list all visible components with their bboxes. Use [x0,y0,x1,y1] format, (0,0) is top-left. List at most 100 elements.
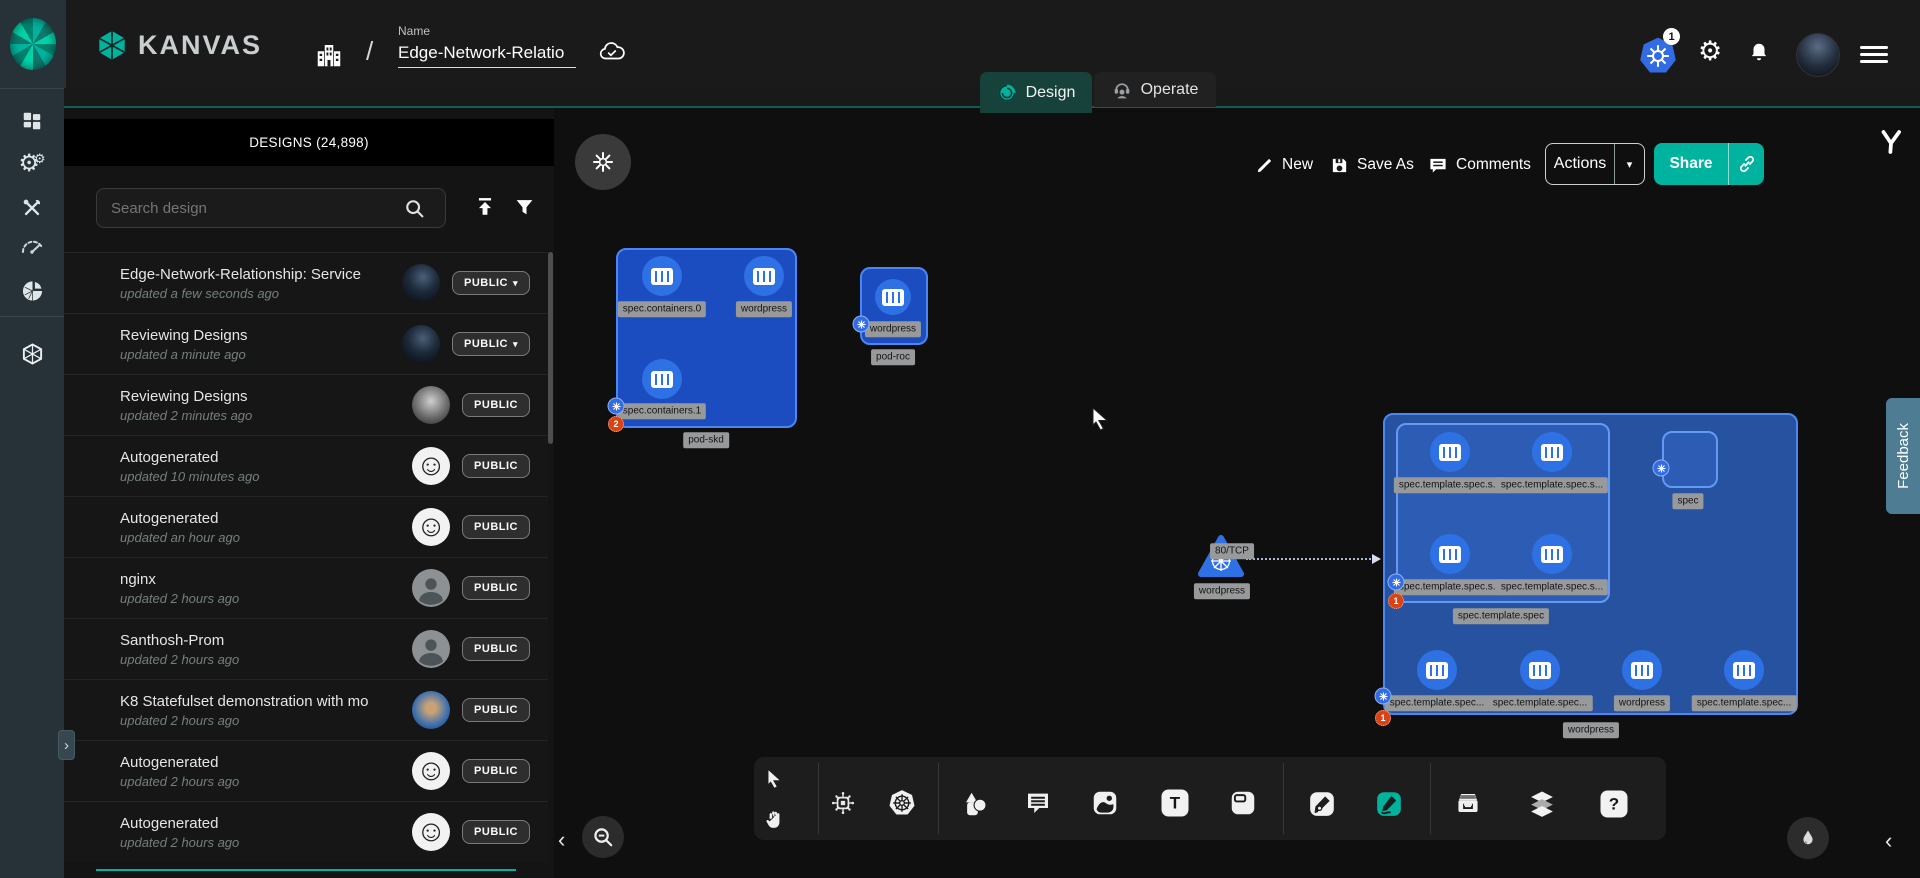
sidebar-item-performance[interactable] [0,236,64,256]
copy-link-icon[interactable] [1728,143,1764,185]
select-cursor-tool[interactable] [765,769,784,790]
sidebar-item-extensions[interactable] [0,280,64,303]
node-label: spec.template.spec.s... [1394,477,1506,493]
shapes-tool[interactable] [962,791,989,818]
kanvas-hexagon-icon [96,28,128,62]
container-node[interactable] [744,256,784,296]
visibility-select[interactable]: PUBLIC▾ [452,332,530,356]
menu-hamburger-icon[interactable] [1860,42,1888,67]
save-as-button[interactable]: Save As [1330,144,1414,186]
error-count-badge[interactable]: 1 [1388,593,1404,609]
container-node[interactable] [1430,432,1470,472]
notifications-bell-icon[interactable] [1748,40,1770,69]
collapse-left-chevron[interactable]: ‹ [558,829,565,851]
tab-design[interactable]: Design [980,72,1092,113]
pod-label: pod-roc [871,349,915,365]
help-tool[interactable]: ? [1601,791,1628,818]
visibility-badge[interactable]: PUBLIC [462,576,530,600]
actions-split-button[interactable]: Actions ▾ [1545,143,1645,185]
panel-expand-chevron[interactable]: › [58,730,75,760]
container-node[interactable] [642,359,682,399]
publish-upload-icon[interactable] [474,196,496,223]
visibility-badge[interactable]: PUBLIC [462,698,530,722]
hierarchy-y-icon[interactable] [1876,126,1906,163]
design-row[interactable]: K8 Statefulset demonstration with moupda… [64,679,548,740]
container-node[interactable] [1532,534,1572,574]
service-edge[interactable] [1246,558,1374,560]
container-node[interactable] [1622,650,1662,690]
user-avatar[interactable] [1796,33,1840,77]
layers-tool[interactable] [1528,789,1557,818]
container-node[interactable] [1520,650,1560,690]
cloud-saved-icon[interactable] [598,40,626,67]
toolbar-divider [1283,763,1284,834]
design-row[interactable]: nginxupdated 2 hours ago PUBLIC [64,557,548,618]
sidebar-item-configuration[interactable] [0,197,64,219]
service-node[interactable] [1197,534,1245,585]
design-row[interactable]: Santhosh-Promupdated 2 hours ago PUBLIC [64,618,548,679]
design-row[interactable]: Autogeneratedupdated 2 hours ago ☺ PUBLI… [64,801,548,862]
sidebar-item-lifecycle[interactable]: ⚙ ⚙ [0,152,64,176]
text-tool[interactable]: T [1162,790,1189,817]
design-row[interactable]: Reviewing Designsupdated 2 minutes ago P… [64,374,548,435]
designs-scrollbar-thumb[interactable] [548,252,553,444]
container-node[interactable] [1430,534,1470,574]
service-label: wordpress [1194,583,1250,599]
freehand-draw-tool-active[interactable] [1376,791,1403,818]
organization-icon[interactable] [314,40,344,75]
import-drawer-tool[interactable] [1454,790,1483,817]
filter-funnel-icon[interactable] [514,197,535,223]
comment-tool[interactable] [1025,791,1052,816]
design-row[interactable]: Autogeneratedupdated an hour ago ☺ PUBLI… [64,496,548,557]
sidebar-item-dashboard[interactable] [0,110,64,132]
design-row[interactable]: Edge-Network-Relationship: Serviceupdate… [64,252,548,313]
design-row[interactable]: Autogeneratedupdated 2 hours ago ☺ PUBLI… [64,740,548,801]
note-tool[interactable] [1230,790,1257,817]
image-tool[interactable] [1092,790,1119,817]
container-node[interactable] [1532,432,1572,472]
container-node[interactable] [1417,650,1457,690]
feedback-tab[interactable]: Feedback [1886,398,1920,514]
error-count-badge[interactable]: 1 [1375,710,1391,726]
design-row[interactable]: Autogeneratedupdated 10 minutes ago ☺ PU… [64,435,548,496]
tab-operate[interactable]: Operate [1094,72,1216,107]
design-name-input[interactable] [398,41,576,68]
pod-label: pod-skd [683,432,729,448]
kubernetes-tool[interactable] [888,789,916,817]
share-split-button[interactable]: Share [1654,143,1764,185]
design-owner-avatar: ☺ [412,447,450,485]
zoom-button[interactable] [582,816,624,858]
new-button[interactable]: New [1255,144,1313,186]
container-node[interactable] [642,256,682,296]
edge-arrowhead [1372,554,1381,564]
visibility-badge[interactable]: PUBLIC [462,515,530,539]
pen-tool[interactable] [1309,791,1336,818]
visibility-badge[interactable]: PUBLIC [462,393,530,417]
feedback-label: Feedback [1895,423,1912,489]
collapse-right-chevron[interactable]: ‹ [1885,830,1892,852]
visibility-badge[interactable]: PUBLIC [462,637,530,661]
container-node[interactable] [875,279,911,315]
layer5-logo-button[interactable] [0,0,66,88]
design-updated: updated 2 hours ago [120,713,406,728]
pan-hand-tool[interactable] [764,809,785,831]
container-node[interactable] [1724,650,1764,690]
design-row[interactable]: Reviewing Designsupdated a minute ago PU… [64,313,548,374]
visibility-badge[interactable]: PUBLIC [462,820,530,844]
actions-caret[interactable]: ▾ [1614,144,1644,184]
visibility-select[interactable]: PUBLIC▾ [452,271,530,295]
error-count-badge[interactable]: 2 [608,416,624,432]
droplet-button[interactable] [1787,817,1829,859]
comments-button[interactable]: Comments [1428,144,1531,186]
spec-node[interactable] [1662,431,1718,488]
breadcrumb-separator: / [366,36,373,67]
settings-gear-icon[interactable]: ⚙ [1698,38,1722,65]
search-design-input[interactable] [96,188,446,228]
kanvas-brand[interactable]: KANVAS [96,28,262,62]
visibility-badge[interactable]: PUBLIC [462,454,530,478]
visibility-badge[interactable]: PUBLIC [462,759,530,783]
cluster-snowflake-button[interactable] [575,134,631,190]
spec-template-group-node[interactable] [1396,423,1610,603]
sidebar-item-kanvas[interactable] [0,343,64,366]
meshsync-chip-tool[interactable] [830,790,856,816]
